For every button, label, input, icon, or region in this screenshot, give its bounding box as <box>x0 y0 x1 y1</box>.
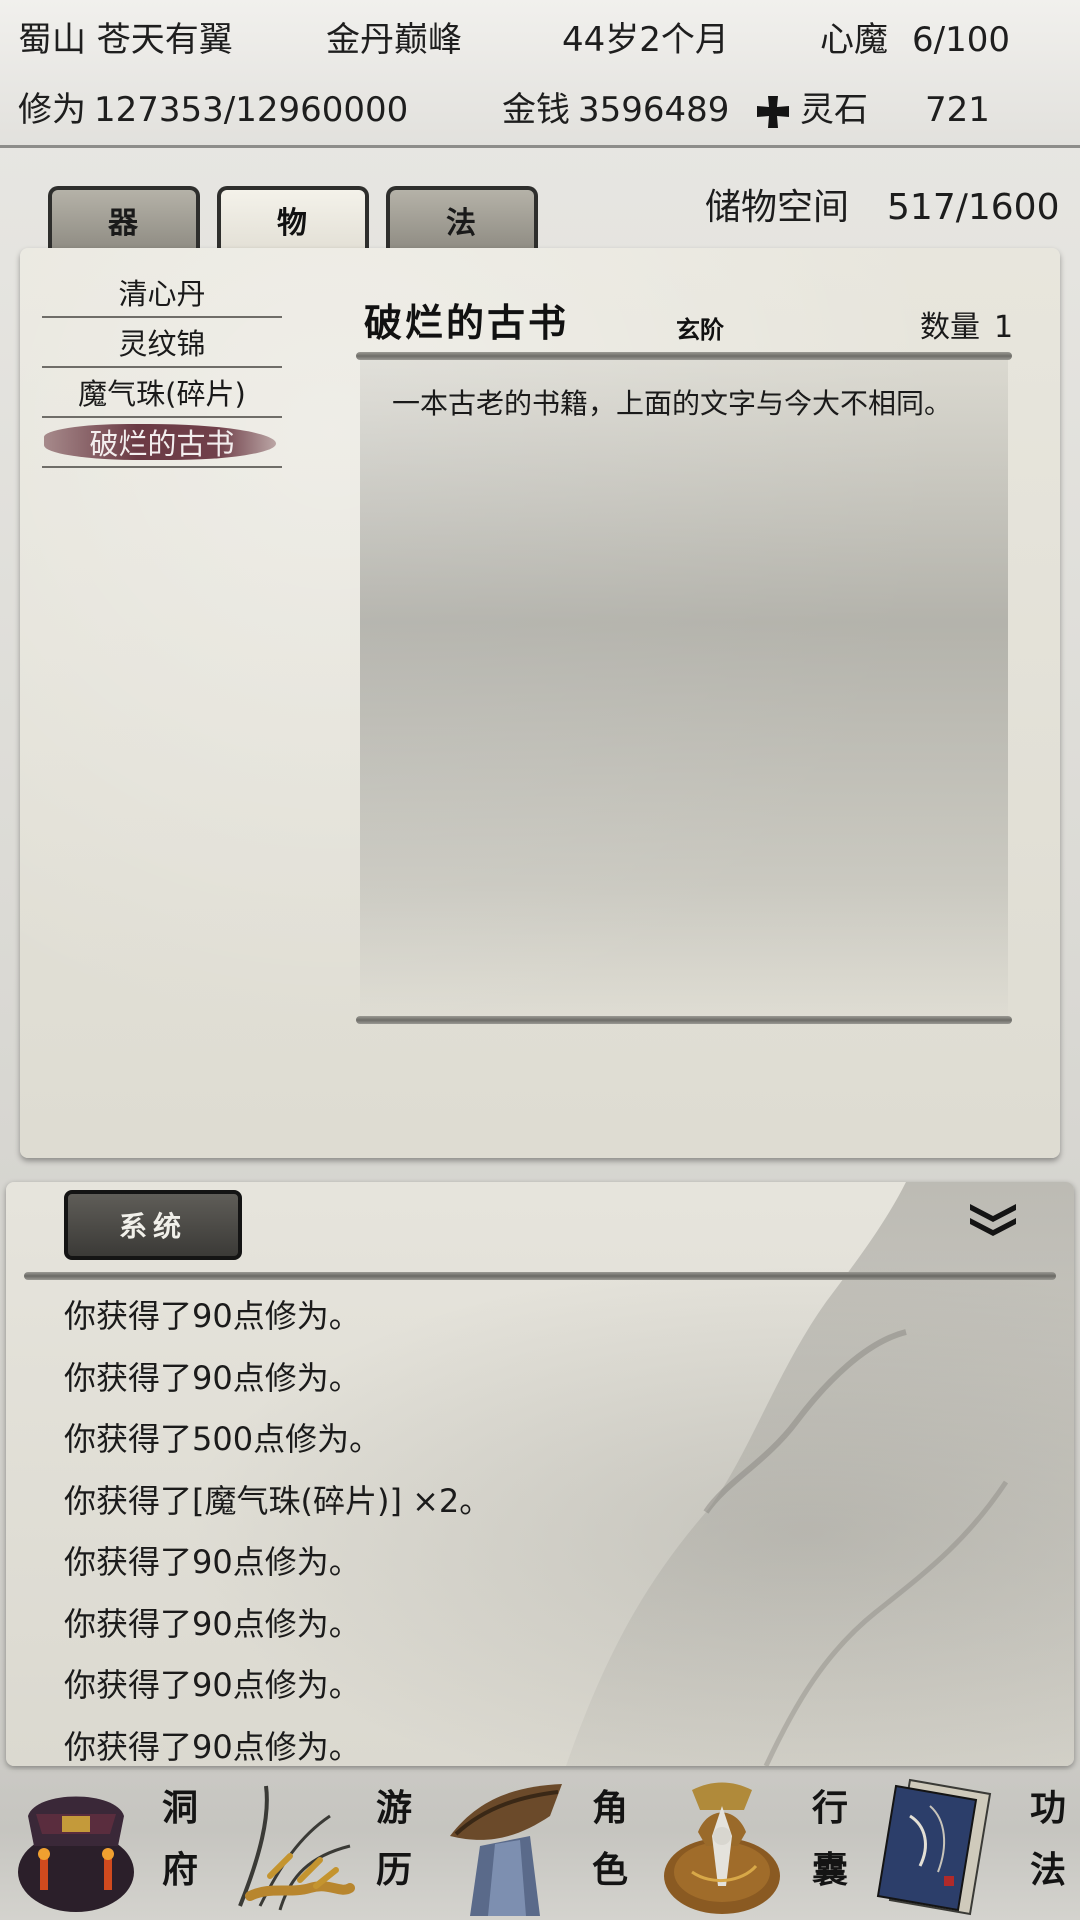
heart-demon-label: 心魔 <box>820 20 888 60</box>
character-icon <box>450 1784 562 1916</box>
item-name: 魔气珠(碎片) <box>78 377 246 411</box>
description-scroll: 一本古老的书籍，上面的文字与今大不相同。 <box>356 352 1012 1024</box>
nav-label-top: 游 <box>375 1787 412 1829</box>
scroll-rod-bottom <box>356 1016 1012 1024</box>
nav-label-bottom: 府 <box>161 1849 198 1891</box>
item-quantity: 数量 1 <box>920 302 1013 346</box>
spirit-stone-label: 灵石 <box>800 90 868 130</box>
cave-dwelling-icon <box>18 1796 134 1912</box>
nav-label-top: 洞 <box>161 1787 198 1829</box>
nav-label-top: 功 <box>1029 1787 1066 1829</box>
log-entry: 你获得了90点修为。 <box>64 1604 361 1643</box>
cultivation-label: 修为 <box>18 90 86 130</box>
nav-label-top: 角 <box>591 1787 628 1829</box>
system-log-tab[interactable]: 系统 <box>64 1190 242 1260</box>
money-label: 金钱 <box>502 90 570 130</box>
cultivation-stat: 修为 127353/12960000 <box>18 90 408 130</box>
log-divider <box>24 1272 1056 1280</box>
log-entry: 你获得了90点修为。 <box>64 1666 361 1704</box>
nav-label-top: 行 <box>811 1787 848 1829</box>
list-item[interactable]: 清心丹 <box>42 268 282 318</box>
location-text: 蜀山 苍天有翼 <box>18 20 233 60</box>
storage-label: 储物空间 <box>705 187 850 228</box>
nav-label-bottom: 历 <box>375 1849 412 1891</box>
collapse-chevron-icon[interactable] <box>966 1200 1020 1240</box>
age-text: 44岁2个月 <box>562 20 729 60</box>
scroll-rod-top <box>356 352 1012 360</box>
technique-book-icon <box>876 1778 992 1916</box>
status-bar: 蜀山 苍天有翼 金丹巅峰 44岁2个月 心魔 6/100 修为 127353/129… <box>0 0 1080 148</box>
nav-label-bottom: 色 <box>591 1849 628 1891</box>
item-list: 清心丹 灵纹锦 魔气珠(碎片) 破烂的古书 <box>42 268 282 468</box>
storage-value: 517/1600 <box>887 187 1060 228</box>
item-description: 一本古老的书籍，上面的文字与今大不相同。 <box>392 387 953 420</box>
travel-icon <box>238 1785 355 1911</box>
item-name: 清心丹 <box>118 277 206 311</box>
item-grade: 玄阶 <box>676 315 724 344</box>
money-stat: 金钱 3596489 <box>502 90 729 130</box>
log-entry: 你获得了90点修为。 <box>64 1727 361 1766</box>
inventory-panel: 清心丹 灵纹锦 魔气珠(碎片) 破烂的古书 破烂的古书 玄阶 数量 1 一本古老的… <box>20 248 1060 1158</box>
item-name: 破烂的古书 <box>89 427 235 461</box>
storage-capacity: 储物空间 517/1600 <box>705 186 1059 230</box>
realm-text: 金丹巅峰 <box>326 20 462 60</box>
log-entry: 你获得了500点修为。 <box>64 1420 382 1458</box>
log-entry: 你获得了90点修为。 <box>64 1543 361 1581</box>
log-list: 你获得了90点修为。 你获得了90点修为。 你获得了500点修为。 你获得了[魔… <box>64 1286 1024 1766</box>
log-entry: 你获得了[魔气珠(碎片)] ×2。 <box>64 1481 492 1520</box>
tab-items[interactable]: 物 <box>217 186 369 250</box>
description-box: 一本古老的书籍，上面的文字与今大不相同。 <box>360 360 1008 1016</box>
quantity-label: 数量 <box>920 310 980 345</box>
nav-label-bottom: 囊 <box>811 1849 848 1891</box>
bottom-navigation: 洞 府 游 历 角 色 行 囊 功 法 <box>0 1770 1080 1920</box>
item-name: 灵纹锦 <box>118 327 206 361</box>
list-item[interactable]: 灵纹锦 <box>42 318 282 368</box>
quantity-value: 1 <box>994 310 1014 345</box>
spirit-stone-icon <box>757 96 789 128</box>
list-item-selected[interactable]: 破烂的古书 <box>42 418 282 468</box>
bag-icon <box>664 1782 780 1914</box>
nav-label-bottom: 法 <box>1029 1849 1066 1891</box>
log-entry: 你获得了90点修为。 <box>64 1358 361 1397</box>
message-log-panel: 系统 你获得了90点修为。 你获得了90点修为。 你获得了500点修为。 你获得… <box>6 1182 1074 1766</box>
item-detail-title: 破烂的古书 <box>364 300 570 345</box>
heart-demon-value: 6/100 <box>912 20 1010 60</box>
log-entry: 你获得了90点修为。 <box>64 1297 361 1335</box>
tab-techniques[interactable]: 法 <box>386 186 538 250</box>
money-value: 3596489 <box>578 90 730 130</box>
list-item[interactable]: 魔气珠(碎片) <box>42 368 282 418</box>
spirit-stone-value: 721 <box>925 90 990 130</box>
cultivation-value: 127353/12960000 <box>94 90 409 130</box>
tab-equipment[interactable]: 器 <box>48 186 200 250</box>
heart-demon-stat: 心魔 6/100 <box>820 20 1010 60</box>
